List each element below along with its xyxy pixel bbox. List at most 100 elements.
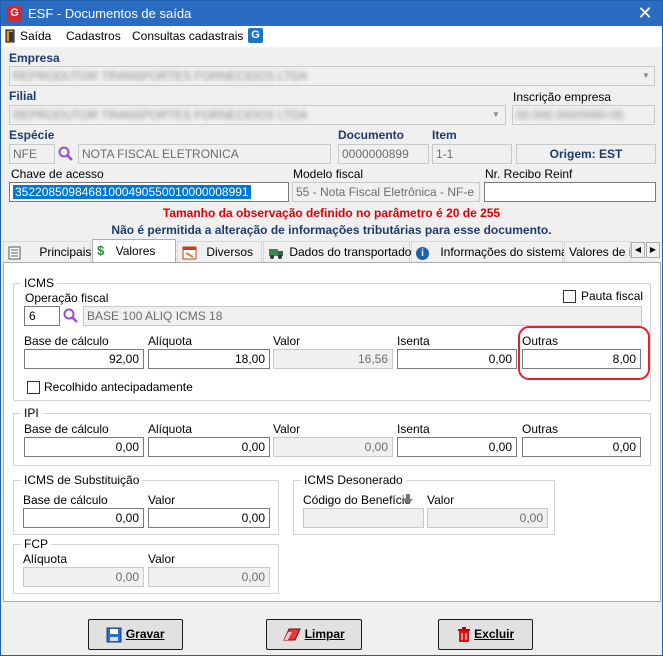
documento-field: 0000000899	[338, 144, 429, 164]
ipi-base-label: Base de cálculo	[24, 422, 109, 436]
operacao-desc-field: BASE 100 ALIQ ICMS 18	[83, 306, 642, 326]
ipi-valor-field: 0,00	[273, 437, 393, 457]
icms-st-base-label: Base de cálculo	[23, 493, 108, 507]
icms-title: ICMS	[21, 276, 57, 290]
especie-desc-field: NOTA FISCAL ELETRONICA	[78, 144, 331, 164]
tab-diversos[interactable]: Diversos	[177, 241, 262, 263]
ipi-outras-input[interactable]: 0,00	[522, 437, 641, 457]
document-list-icon	[8, 246, 21, 260]
chevron-down-icon[interactable]: ▼	[638, 67, 654, 85]
tab-info-sistema[interactable]: i Informações do sistema	[411, 241, 568, 263]
ipi-aliquota-input[interactable]: 0,00	[148, 437, 270, 457]
valores-panel: ICMS Operação fiscal 6 BASE 100 ALIQ ICM…	[3, 262, 661, 602]
icms-st-valor-label: Valor	[148, 493, 176, 507]
menu-saida[interactable]: Saída	[20, 29, 51, 43]
tab-scroll-left-button[interactable]: ◀	[631, 242, 645, 258]
tab-valores-i[interactable]: Valores de i	[564, 241, 631, 263]
modelo-field: 55 - Nota Fiscal Eletrônica - NF-e	[292, 182, 480, 202]
item-field: 1-1	[432, 144, 512, 164]
operacao-code-input[interactable]: 6	[24, 306, 60, 326]
truck-icon	[269, 248, 283, 259]
filial-select[interactable]: REPRODUTOR TRANSPORTES FORNECIDOS LTDA	[9, 105, 506, 125]
menu-consultas[interactable]: Consultas cadastrais	[132, 29, 243, 43]
icms-des-valor-field: 0,00	[427, 508, 548, 528]
icms-des-codigo-label: Código do Benefício	[303, 493, 412, 507]
icms-st-title: ICMS de Substituição	[21, 473, 143, 487]
tab-strip: Principais $ Valores Diversos Dados do t…	[3, 239, 661, 263]
item-label: Item	[432, 128, 457, 142]
fcp-valor-label: Valor	[148, 552, 176, 566]
save-icon	[106, 627, 122, 643]
icms-aliquota-label: Alíquota	[148, 334, 193, 348]
icms-isenta-input[interactable]: 0,00	[397, 349, 517, 369]
icms-des-valor-label: Valor	[427, 493, 455, 507]
calendar-icon	[182, 246, 197, 260]
tab-transportador[interactable]: Dados do transportador	[263, 241, 415, 263]
eraser-icon	[283, 628, 302, 641]
limpar-button[interactable]: Limpar	[266, 619, 362, 650]
ipi-title: IPI	[21, 406, 42, 420]
ipi-isenta-label: Isenta	[397, 422, 430, 436]
inscricao-field: 00.000.000/0000-00	[512, 105, 655, 125]
chave-field[interactable]: 35220850984681000490550010000008991	[9, 182, 289, 202]
icms-st-valor-input[interactable]: 0,00	[148, 508, 270, 528]
icms-isenta-label: Isenta	[397, 334, 430, 348]
title-bar: G ESF - Documentos de saída ✕	[1, 1, 662, 26]
filial-label: Filial	[9, 89, 37, 103]
especie-label: Espécie	[9, 128, 55, 142]
pauta-checkbox[interactable]	[563, 290, 576, 303]
icms-base-input[interactable]: 92,00	[24, 349, 144, 369]
arrow-down-icon	[403, 494, 413, 504]
help-logo-icon[interactable]: G	[248, 28, 263, 43]
ipi-aliquota-label: Alíquota	[148, 422, 193, 436]
warning-observacao: Tamanho da observação definido no parâme…	[162, 206, 501, 220]
ipi-valor-label: Valor	[273, 422, 301, 436]
tab-scroll-right-button[interactable]: ▶	[646, 242, 660, 258]
recolhido-checkbox[interactable]	[27, 381, 40, 394]
warning-tributarias: Não é permitida a alteração de informaçõ…	[111, 223, 552, 237]
icms-valor-label: Valor	[273, 334, 301, 348]
fcp-aliquota-field: 0,00	[23, 567, 144, 587]
documento-label: Documento	[338, 128, 404, 142]
icms-aliquota-input[interactable]: 18,00	[148, 349, 270, 369]
main-window: G ESF - Documentos de saída ✕ Saída Cada…	[0, 0, 663, 656]
empresa-select[interactable]: REPRODUTOR TRANSPORTES FORNECIDOS LTDA	[9, 66, 655, 86]
search-icon[interactable]	[58, 146, 74, 162]
info-icon: i	[416, 247, 429, 260]
tab-principais[interactable]: Principais	[3, 241, 91, 263]
inscricao-label: Inscrição empresa	[513, 90, 612, 104]
fcp-aliquota-label: Alíquota	[23, 552, 68, 566]
operacao-label: Operação fiscal	[25, 291, 109, 305]
chevron-down-icon[interactable]: ▼	[488, 106, 504, 124]
empresa-label: Empresa	[9, 51, 60, 65]
close-button[interactable]: ✕	[633, 3, 657, 23]
menu-bar: Saída Cadastros Consultas cadastrais G	[1, 26, 662, 47]
tab-valores[interactable]: $ Valores	[92, 239, 176, 263]
coins-icon: $	[97, 243, 105, 258]
ipi-base-input[interactable]: 0,00	[24, 437, 144, 457]
gravar-button[interactable]: Gravar	[88, 619, 183, 650]
exit-icon	[5, 29, 15, 43]
fcp-title: FCP	[21, 537, 51, 551]
trash-icon	[457, 626, 470, 642]
ipi-isenta-input[interactable]: 0,00	[397, 437, 517, 457]
recibo-field[interactable]	[484, 182, 656, 202]
origem-label: Origem: EST	[516, 144, 656, 164]
excluir-button[interactable]: Excluir	[438, 619, 533, 650]
menu-cadastros[interactable]: Cadastros	[66, 29, 121, 43]
app-logo-icon: G	[7, 6, 22, 21]
chave-label: Chave de acesso	[11, 167, 104, 181]
icms-valor-field: 16,56	[273, 349, 393, 369]
icms-des-title: ICMS Desonerado	[301, 473, 406, 487]
modelo-label: Modelo fiscal	[293, 167, 364, 181]
ipi-outras-label: Outras	[522, 422, 559, 436]
icms-base-label: Base de cálculo	[24, 334, 109, 348]
search-icon[interactable]	[63, 308, 79, 324]
recolhido-label: Recolhido antecipadamente	[44, 380, 193, 394]
icms-st-base-input[interactable]: 0,00	[23, 508, 144, 528]
recibo-label: Nr. Recibo Reinf	[485, 167, 573, 181]
highlight-outras	[518, 326, 650, 380]
especie-code-field: NFE	[9, 144, 55, 164]
fcp-valor-field: 0,00	[148, 567, 270, 587]
pauta-label: Pauta fiscal	[581, 289, 644, 303]
